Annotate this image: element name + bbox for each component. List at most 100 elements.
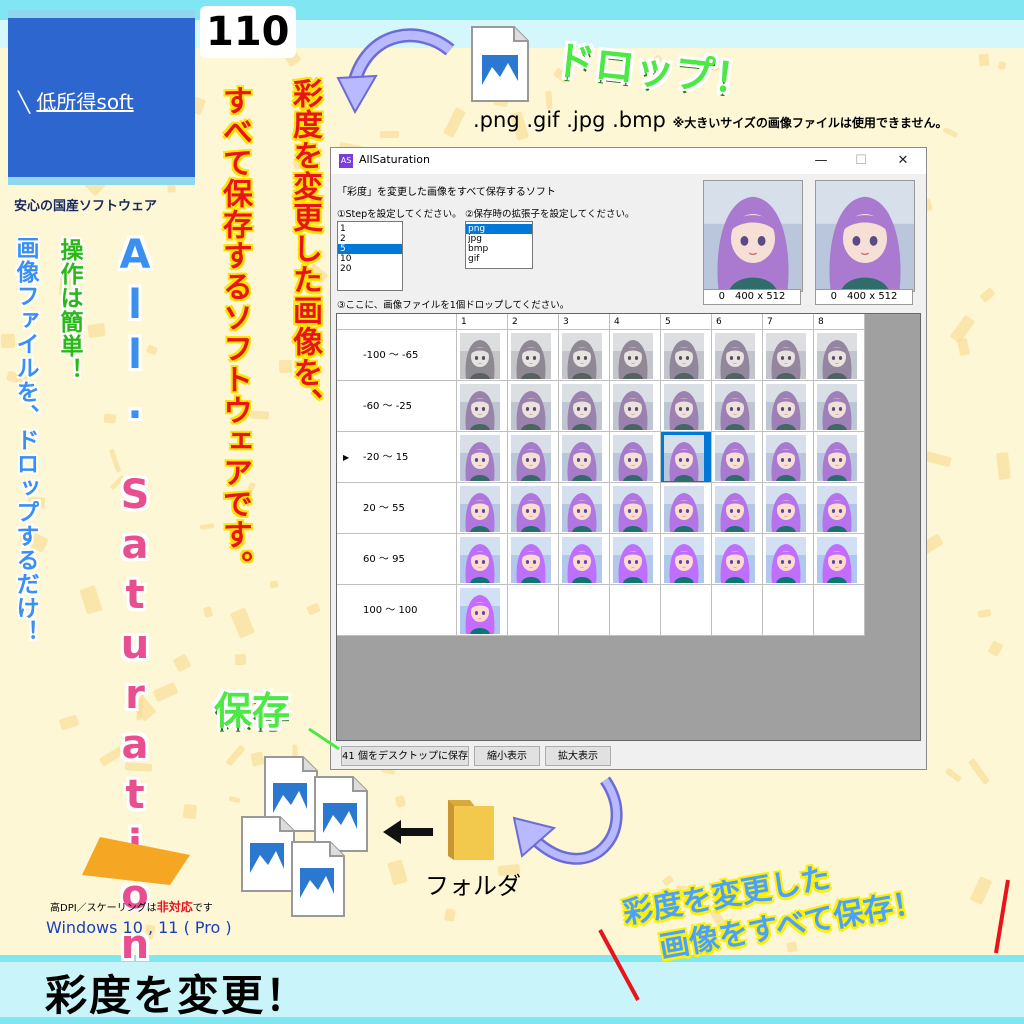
- grid-cell[interactable]: [457, 381, 508, 432]
- row-header[interactable]: 100 ～ 100: [337, 585, 457, 636]
- grid-cell[interactable]: [814, 381, 865, 432]
- grid-cell[interactable]: [508, 381, 559, 432]
- grid-cell[interactable]: [508, 483, 559, 534]
- grid-cell[interactable]: [712, 381, 763, 432]
- title-bar[interactable]: AS AllSaturation — ☐ ✕: [331, 148, 926, 174]
- column-header[interactable]: 7: [763, 314, 814, 330]
- row-header[interactable]: ▶ -20 ～ 15: [337, 432, 457, 483]
- background-blob: [234, 653, 247, 666]
- column-header[interactable]: 3: [559, 314, 610, 330]
- minimize-button[interactable]: —: [806, 151, 836, 171]
- girl-image: [613, 333, 653, 379]
- curved-arrow-top-icon: [336, 28, 455, 115]
- row-label: 100 ～ 100: [363, 605, 418, 616]
- grid-cell[interactable]: [508, 330, 559, 381]
- vertical-subtitle: すべて保存するソフトウェアです。: [217, 85, 252, 581]
- grid-cell[interactable]: [610, 534, 661, 585]
- grid-cell[interactable]: [712, 585, 763, 636]
- ext-option[interactable]: png: [466, 224, 532, 234]
- grid-cell[interactable]: [661, 432, 712, 483]
- original-size-label: 0 400 x 512: [703, 289, 801, 305]
- step-option[interactable]: 1: [338, 224, 402, 234]
- close-button[interactable]: ✕: [888, 151, 918, 171]
- grid-cell[interactable]: [814, 483, 865, 534]
- ext-option[interactable]: bmp: [466, 244, 532, 254]
- grid-cell[interactable]: [508, 534, 559, 585]
- grid-cell[interactable]: [610, 381, 661, 432]
- grid-cell[interactable]: [712, 432, 763, 483]
- arrow-left-icon: [383, 820, 433, 844]
- grid-cell[interactable]: [661, 483, 712, 534]
- background-blob: [977, 608, 992, 619]
- column-header[interactable]: 8: [814, 314, 865, 330]
- product-name-letter: u: [120, 622, 150, 668]
- grid-cell[interactable]: [763, 585, 814, 636]
- column-header[interactable]: 4: [610, 314, 661, 330]
- grid-cell[interactable]: [457, 432, 508, 483]
- enlarge-view-button[interactable]: 拡大表示: [545, 746, 611, 766]
- grid-cell[interactable]: [661, 534, 712, 585]
- grid-cell[interactable]: [559, 381, 610, 432]
- girl-image: [715, 486, 755, 532]
- girl-image: [817, 435, 857, 481]
- grid-cell[interactable]: [661, 381, 712, 432]
- image-grid[interactable]: 1 2 3 4 5 6 7 8 -100 ～ -65 -60 ～ -25 ▶ -20 ～ 15 20 ～…: [336, 313, 921, 741]
- grid-cell[interactable]: [457, 330, 508, 381]
- ext-option[interactable]: jpg: [466, 234, 532, 244]
- grid-cell[interactable]: [457, 534, 508, 585]
- grid-cell[interactable]: [814, 585, 865, 636]
- column-header[interactable]: 1: [457, 314, 508, 330]
- thumbnail: [460, 486, 500, 532]
- grid-cell[interactable]: [814, 432, 865, 483]
- grid-cell[interactable]: [610, 330, 661, 381]
- grid-cell[interactable]: [610, 432, 661, 483]
- grid-cell[interactable]: [763, 534, 814, 585]
- ext-option[interactable]: gif: [466, 254, 532, 264]
- grid-cell[interactable]: [559, 483, 610, 534]
- grid-cell[interactable]: [508, 432, 559, 483]
- grid-cell[interactable]: [763, 483, 814, 534]
- folder-icon: [448, 800, 494, 860]
- grid-cell[interactable]: [610, 585, 661, 636]
- grid-cell[interactable]: [559, 534, 610, 585]
- selected-preview: [815, 180, 915, 292]
- grid-cell[interactable]: [457, 585, 508, 636]
- step-option[interactable]: 2: [338, 234, 402, 244]
- grid-cell[interactable]: [814, 330, 865, 381]
- girl-image: [613, 537, 653, 583]
- step-option[interactable]: 20: [338, 264, 402, 274]
- row-header[interactable]: -100 ～ -65: [337, 330, 457, 381]
- thumbnail: [664, 537, 704, 583]
- row-header[interactable]: 60 ～ 95: [337, 534, 457, 585]
- step-listbox[interactable]: 1 2 5 10 20: [337, 221, 403, 291]
- grid-cell[interactable]: [559, 432, 610, 483]
- grid-cell[interactable]: [661, 585, 712, 636]
- grid-cell[interactable]: [508, 585, 559, 636]
- step-option[interactable]: 10: [338, 254, 402, 264]
- grid-cell[interactable]: [712, 534, 763, 585]
- girl-image: [613, 384, 653, 430]
- thumbnail: [511, 435, 551, 481]
- column-header[interactable]: 2: [508, 314, 559, 330]
- grid-cell[interactable]: [712, 483, 763, 534]
- ext-listbox[interactable]: png jpg bmp gif: [465, 221, 533, 269]
- thumbnail: [562, 537, 602, 583]
- column-header[interactable]: 6: [712, 314, 763, 330]
- row-header[interactable]: -60 ～ -25: [337, 381, 457, 432]
- thumbnail: [460, 435, 500, 481]
- grid-cell[interactable]: [457, 483, 508, 534]
- grid-cell[interactable]: [712, 330, 763, 381]
- row-header[interactable]: 20 ～ 55: [337, 483, 457, 534]
- maximize-button[interactable]: ☐: [846, 151, 876, 171]
- grid-cell[interactable]: [763, 330, 814, 381]
- grid-cell[interactable]: [661, 330, 712, 381]
- grid-cell[interactable]: [610, 483, 661, 534]
- grid-cell[interactable]: [763, 381, 814, 432]
- step-option[interactable]: 5: [338, 244, 402, 254]
- column-header[interactable]: 5: [661, 314, 712, 330]
- grid-cell[interactable]: [559, 330, 610, 381]
- shrink-view-button[interactable]: 縮小表示: [474, 746, 540, 766]
- grid-cell[interactable]: [763, 432, 814, 483]
- grid-cell[interactable]: [814, 534, 865, 585]
- grid-cell[interactable]: [559, 585, 610, 636]
